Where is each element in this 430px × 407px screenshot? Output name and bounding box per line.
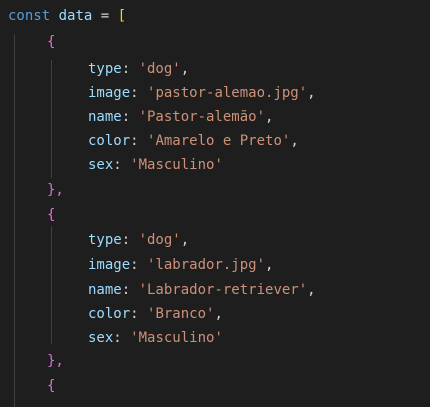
string-value: 'dog' <box>138 61 181 77</box>
property-key: color <box>88 133 131 149</box>
property-key: sex <box>88 157 114 173</box>
object-open-brace: { <box>47 207 56 223</box>
code-line: sex: 'Masculino' <box>88 157 223 173</box>
code-line: const data = [ <box>8 4 126 28</box>
code-line: sex: 'Masculino' <box>88 330 223 346</box>
code-line: name: 'Labrador-retriever', <box>88 282 316 298</box>
indent-guide-obj2 <box>51 226 52 344</box>
code-line: name: 'Pastor-alemão', <box>88 109 274 125</box>
object-close-brace: }, <box>47 353 64 369</box>
code-line: }, <box>47 349 64 373</box>
code-line: image: 'labrador.jpg', <box>88 257 274 273</box>
string-value: 'Masculino' <box>130 330 223 346</box>
string-value: 'pastor-alemao.jpg' <box>147 85 308 101</box>
property-key: name <box>88 109 122 125</box>
object-open-brace: { <box>47 378 56 394</box>
string-value: 'Masculino' <box>130 157 223 173</box>
indent-guide-outer <box>14 34 15 407</box>
code-line: { <box>47 30 55 54</box>
object-open-brace: { <box>47 34 56 50</box>
property-key: type <box>88 232 122 248</box>
string-value: 'dog' <box>138 232 181 248</box>
indent-guide-obj1 <box>51 60 52 178</box>
object-close-brace: }, <box>47 182 64 198</box>
code-line: { <box>47 203 55 227</box>
property-key: image <box>88 257 131 273</box>
property-key: image <box>88 85 131 101</box>
property-key: sex <box>88 330 114 346</box>
code-line: type: 'dog', <box>88 232 190 248</box>
code-line: { <box>47 374 55 398</box>
string-value: 'Branco' <box>147 306 215 322</box>
variable-name: data <box>58 8 93 24</box>
operator: = <box>100 8 110 24</box>
string-value: 'labrador.jpg' <box>147 257 266 273</box>
code-line: color: 'Branco', <box>88 306 223 322</box>
array-open-bracket: [ <box>117 8 127 24</box>
string-value: 'Pastor-alemão' <box>138 109 266 125</box>
string-value: 'Amarelo e Preto' <box>147 133 291 149</box>
code-line: }, <box>47 178 64 202</box>
code-line: type: 'dog', <box>88 61 190 77</box>
property-key: name <box>88 282 122 298</box>
code-line: image: 'pastor-alemao.jpg', <box>88 85 316 101</box>
code-editor[interactable]: const data = [ { type: 'dog', image: 'pa… <box>0 0 430 407</box>
property-key: color <box>88 306 131 322</box>
keyword-const: const <box>8 8 51 24</box>
property-key: type <box>88 61 122 77</box>
code-line: color: 'Amarelo e Preto', <box>88 133 299 149</box>
string-value: 'Labrador-retriever' <box>138 282 308 298</box>
